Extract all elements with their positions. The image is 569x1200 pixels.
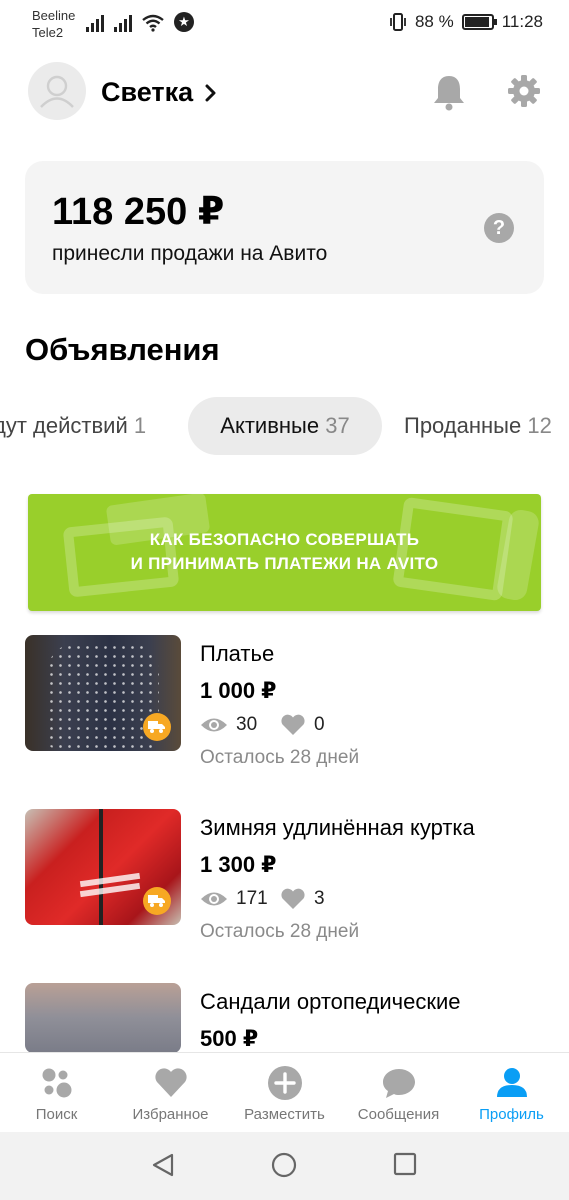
carrier-1: Beeline bbox=[32, 8, 76, 23]
banner-line-2: И ПРИНИМАТЬ ПЛАТЕЖИ НА AVITO bbox=[130, 554, 439, 573]
help-icon[interactable]: ? bbox=[484, 213, 514, 243]
battery-percent: 88 % bbox=[414, 12, 454, 31]
avatar-icon bbox=[40, 75, 74, 108]
back-icon[interactable] bbox=[150, 1152, 176, 1178]
listing-price: 1 300 ₽ bbox=[200, 852, 277, 877]
heart-icon bbox=[281, 714, 305, 735]
profile-header: Светка bbox=[0, 46, 569, 138]
clock: 11:28 bbox=[501, 12, 543, 31]
view-count: 171 bbox=[236, 888, 268, 909]
nav-label: Профиль bbox=[479, 1106, 544, 1123]
tab-label: дут действий bbox=[0, 413, 128, 438]
listing-title[interactable]: Платье bbox=[200, 640, 274, 668]
earnings-card: 118 250 ₽ принесли продажи на Авито ? bbox=[25, 161, 544, 294]
nav-search[interactable]: Поиск bbox=[0, 1053, 113, 1133]
tab-needs-action[interactable]: дут действий 1 bbox=[0, 397, 146, 455]
bell-icon[interactable] bbox=[432, 73, 466, 111]
nav-label: Сообщения bbox=[357, 1106, 440, 1123]
signal-icon-2 bbox=[114, 14, 132, 32]
carrier-names: Beeline Tele2 bbox=[32, 7, 75, 41]
status-right: 88 % 11:28 bbox=[389, 12, 543, 32]
banner-line-1: КАК БЕЗОПАСНО СОВЕРШАТЬ bbox=[149, 530, 420, 549]
tab-label: Активные bbox=[220, 413, 320, 438]
wifi-icon bbox=[142, 14, 164, 32]
nav-label: Избранное bbox=[132, 1106, 209, 1123]
nav-messages[interactable]: Сообщения bbox=[342, 1053, 455, 1133]
status-icons: ★ bbox=[86, 12, 194, 32]
listing-tabs: дут действий 1 Активные 37 Проданные 12 bbox=[0, 397, 569, 457]
nav-favorites[interactable]: Избранное bbox=[114, 1053, 227, 1133]
star-badge-icon: ★ bbox=[174, 12, 194, 32]
chat-bubble-icon bbox=[383, 1069, 415, 1098]
tab-count: 1 bbox=[133, 413, 147, 438]
carrier-2: Tele2 bbox=[32, 25, 64, 40]
tab-sold[interactable]: Проданные 12 bbox=[404, 397, 552, 455]
gear-icon[interactable] bbox=[507, 74, 541, 108]
nav-label: Разместить bbox=[244, 1106, 325, 1123]
heart-icon bbox=[155, 1068, 187, 1097]
section-title: Объявления bbox=[25, 332, 220, 367]
listing-price: 500 ₽ bbox=[200, 1026, 259, 1051]
listing-stats: 30 0 bbox=[200, 713, 325, 737]
delivery-truck-icon bbox=[143, 713, 171, 741]
nav-post-ad[interactable]: Разместить bbox=[228, 1053, 341, 1133]
eye-icon bbox=[201, 718, 227, 732]
person-icon bbox=[497, 1068, 527, 1097]
status-bar: Beeline Tele2 ★ 88 % 11:28 bbox=[0, 0, 569, 46]
tab-count: 37 bbox=[325, 413, 350, 438]
view-count: 30 bbox=[236, 714, 258, 735]
avatar[interactable] bbox=[28, 62, 86, 120]
battery-icon bbox=[461, 14, 497, 30]
safe-payments-banner[interactable]: КАК БЕЗОПАСНО СОВЕРШАТЬ И ПРИНИМАТЬ ПЛАТ… bbox=[28, 494, 541, 611]
listing-title[interactable]: Сандали ортопедические bbox=[200, 988, 461, 1016]
username[interactable]: Светка bbox=[101, 76, 193, 108]
tab-label: Проданные bbox=[404, 413, 522, 438]
signal-icon bbox=[86, 14, 104, 32]
listing-item[interactable]: Платье 1 000 ₽ 30 0 Осталось 28 дней bbox=[0, 635, 569, 775]
system-navigation bbox=[0, 1132, 569, 1200]
nav-label: Поиск bbox=[35, 1106, 78, 1123]
bottom-navigation: Поиск Избранное Разместить Сообщения Про… bbox=[0, 1052, 569, 1132]
earnings-amount: 118 250 ₽ bbox=[52, 191, 225, 233]
favorite-count: 3 bbox=[314, 888, 325, 909]
listing-item[interactable]: Сандали ортопедические 500 ₽ bbox=[0, 983, 569, 1052]
vibrate-icon bbox=[390, 13, 406, 31]
listing-title[interactable]: Зимняя удлинённая куртка bbox=[200, 814, 475, 842]
listing-photo[interactable] bbox=[25, 635, 181, 751]
tab-active[interactable]: Активные 37 bbox=[188, 397, 382, 455]
listing-remaining: Осталось 28 дней bbox=[200, 921, 360, 942]
listing-price: 1 000 ₽ bbox=[200, 678, 277, 703]
chevron-right-icon[interactable] bbox=[204, 84, 218, 102]
search-dots-icon bbox=[42, 1068, 72, 1098]
recents-icon[interactable] bbox=[393, 1152, 417, 1176]
listing-item[interactable]: Зимняя удлинённая куртка 1 300 ₽ 171 3 О… bbox=[0, 809, 569, 949]
banner-text: КАК БЕЗОПАСНО СОВЕРШАТЬ И ПРИНИМАТЬ ПЛАТ… bbox=[28, 528, 541, 576]
listing-photo[interactable] bbox=[25, 809, 181, 925]
home-icon[interactable] bbox=[271, 1152, 297, 1178]
favorite-count: 0 bbox=[314, 714, 325, 735]
nav-profile[interactable]: Профиль bbox=[455, 1053, 568, 1133]
delivery-truck-icon bbox=[143, 887, 171, 915]
listing-remaining: Осталось 28 дней bbox=[200, 747, 360, 768]
earnings-caption: принесли продажи на Авито bbox=[52, 242, 328, 265]
tab-count: 12 bbox=[527, 413, 552, 438]
listing-photo[interactable] bbox=[25, 983, 181, 1052]
eye-icon bbox=[201, 892, 227, 906]
plus-circle-icon bbox=[268, 1066, 302, 1100]
heart-icon bbox=[281, 888, 305, 909]
listing-stats: 171 3 bbox=[200, 887, 325, 911]
